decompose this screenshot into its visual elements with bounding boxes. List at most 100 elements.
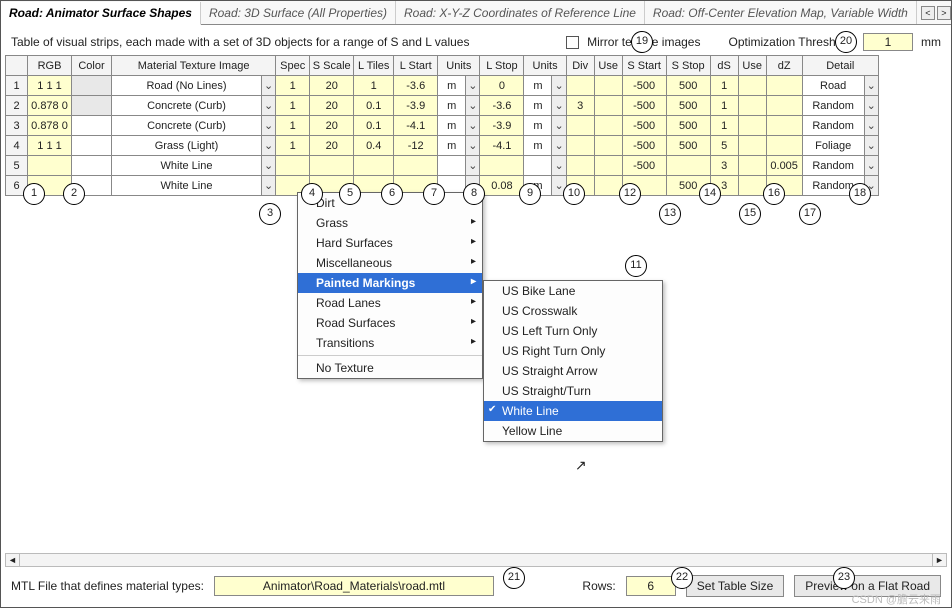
- sscale-cell[interactable]: 20: [310, 76, 354, 96]
- sscale-cell[interactable]: 20: [310, 116, 354, 136]
- units2-cell[interactable]: m: [524, 136, 552, 156]
- rgb-cell[interactable]: 0.878 0: [28, 96, 72, 116]
- rgb-cell[interactable]: 0.878 0: [28, 116, 72, 136]
- dz-cell[interactable]: [766, 116, 802, 136]
- spec-cell[interactable]: 1: [276, 76, 310, 96]
- units1-cell[interactable]: [438, 156, 466, 176]
- sstart-cell[interactable]: -500: [622, 116, 666, 136]
- submenu-us-crosswalk[interactable]: US Crosswalk: [484, 301, 662, 321]
- div-cell[interactable]: 3: [566, 96, 594, 116]
- scroll-right-button[interactable]: ►: [932, 554, 946, 566]
- use2-cell[interactable]: [738, 176, 766, 196]
- tab-animator-surface-shapes[interactable]: Road: Animator Surface Shapes: [1, 2, 201, 25]
- menu-item-painted-markings[interactable]: Painted Markings: [298, 273, 482, 293]
- tab-3d-surface[interactable]: Road: 3D Surface (All Properties): [201, 1, 396, 24]
- material-dropdown-icon[interactable]: ⌄: [262, 96, 276, 116]
- material-dropdown-icon[interactable]: ⌄: [262, 156, 276, 176]
- tab-scroll-right[interactable]: >: [937, 6, 951, 20]
- detail-dropdown-icon[interactable]: ⌄: [864, 96, 878, 116]
- units1-dropdown-icon[interactable]: ⌄: [466, 156, 480, 176]
- mtl-file-path-field[interactable]: Animator\Road_Materials\road.mtl: [214, 576, 494, 596]
- scroll-left-button[interactable]: ◄: [6, 554, 20, 566]
- detail-cell[interactable]: Random: [802, 156, 864, 176]
- menu-item-hard-surfaces[interactable]: Hard Surfaces: [298, 233, 482, 253]
- detail-cell[interactable]: Foliage: [802, 136, 864, 156]
- menu-item-road-surfaces[interactable]: Road Surfaces: [298, 313, 482, 333]
- ds-cell[interactable]: 5: [710, 136, 738, 156]
- ltiles-cell[interactable]: 0.1: [354, 96, 394, 116]
- tab-xyz-coordinates[interactable]: Road: X-Y-Z Coordinates of Reference Lin…: [396, 1, 645, 24]
- spec-cell[interactable]: [276, 156, 310, 176]
- material-dropdown-icon[interactable]: ⌄: [262, 176, 276, 196]
- detail-cell[interactable]: Road: [802, 76, 864, 96]
- use1-cell[interactable]: [594, 136, 622, 156]
- units1-cell[interactable]: m: [438, 96, 466, 116]
- material-dropdown-icon[interactable]: ⌄: [262, 136, 276, 156]
- lstop-cell[interactable]: 0.08: [480, 176, 524, 196]
- units1-cell[interactable]: m: [438, 76, 466, 96]
- set-table-size-button[interactable]: Set Table Size: [686, 575, 785, 597]
- submenu-us-straight-turn[interactable]: US Straight/Turn: [484, 381, 662, 401]
- menu-item-miscellaneous[interactable]: Miscellaneous: [298, 253, 482, 273]
- sstop-cell[interactable]: 500: [666, 76, 710, 96]
- detail-dropdown-icon[interactable]: ⌄: [864, 156, 878, 176]
- use1-cell[interactable]: [594, 156, 622, 176]
- div-cell[interactable]: [566, 116, 594, 136]
- optimization-threshold-field[interactable]: 1: [863, 33, 913, 51]
- lstop-cell[interactable]: -3.9: [480, 116, 524, 136]
- units2-dropdown-icon[interactable]: ⌄: [552, 116, 566, 136]
- use1-cell[interactable]: [594, 176, 622, 196]
- sstop-cell[interactable]: 500: [666, 96, 710, 116]
- detail-dropdown-icon[interactable]: ⌄: [864, 116, 878, 136]
- units2-cell[interactable]: m: [524, 96, 552, 116]
- dz-cell[interactable]: [766, 136, 802, 156]
- color-cell[interactable]: [72, 116, 112, 136]
- lstop-cell[interactable]: -4.1: [480, 136, 524, 156]
- use1-cell[interactable]: [594, 116, 622, 136]
- sstop-cell[interactable]: [666, 156, 710, 176]
- units1-cell[interactable]: m: [438, 136, 466, 156]
- menu-item-road-lanes[interactable]: Road Lanes: [298, 293, 482, 313]
- tab-scroll-left[interactable]: <: [921, 6, 935, 20]
- sstart-cell[interactable]: -500: [622, 136, 666, 156]
- color-cell[interactable]: [72, 76, 112, 96]
- dz-cell[interactable]: [766, 76, 802, 96]
- menu-item-grass[interactable]: Grass: [298, 213, 482, 233]
- detail-dropdown-icon[interactable]: ⌄: [864, 76, 878, 96]
- lstart-cell[interactable]: -3.6: [394, 76, 438, 96]
- submenu-us-straight-arrow[interactable]: US Straight Arrow: [484, 361, 662, 381]
- use1-cell[interactable]: [594, 76, 622, 96]
- lstop-cell[interactable]: 0: [480, 76, 524, 96]
- ds-cell[interactable]: 1: [710, 76, 738, 96]
- sstart-cell[interactable]: -500: [622, 76, 666, 96]
- units2-dropdown-icon[interactable]: ⌄: [552, 96, 566, 116]
- material-cell[interactable]: White Line: [112, 156, 262, 176]
- menu-item-no-texture[interactable]: No Texture: [298, 358, 482, 378]
- div-cell[interactable]: [566, 156, 594, 176]
- units1-dropdown-icon[interactable]: ⌄: [466, 96, 480, 116]
- units1-dropdown-icon[interactable]: ⌄: [466, 136, 480, 156]
- rgb-cell[interactable]: 1 1 1: [28, 76, 72, 96]
- dz-cell[interactable]: 0.005: [766, 156, 802, 176]
- spec-cell[interactable]: 1: [276, 96, 310, 116]
- rgb-cell[interactable]: [28, 156, 72, 176]
- ltiles-cell[interactable]: 1: [354, 76, 394, 96]
- units2-cell[interactable]: m: [524, 76, 552, 96]
- rows-field[interactable]: 6: [626, 576, 676, 596]
- ds-cell[interactable]: 3: [710, 156, 738, 176]
- units2-cell[interactable]: [524, 156, 552, 176]
- units1-dropdown-icon[interactable]: ⌄: [466, 76, 480, 96]
- material-cell[interactable]: Grass (Light): [112, 136, 262, 156]
- units2-dropdown-icon[interactable]: ⌄: [552, 136, 566, 156]
- use1-cell[interactable]: [594, 96, 622, 116]
- ltiles-cell[interactable]: 0.1: [354, 116, 394, 136]
- submenu-us-bike-lane[interactable]: US Bike Lane: [484, 281, 662, 301]
- tab-off-center-elevation[interactable]: Road: Off-Center Elevation Map, Variable…: [645, 1, 917, 24]
- lstart-cell[interactable]: -12: [394, 136, 438, 156]
- ltiles-cell[interactable]: [354, 156, 394, 176]
- lstop-cell[interactable]: -3.6: [480, 96, 524, 116]
- use2-cell[interactable]: [738, 96, 766, 116]
- ltiles-cell[interactable]: 0.4: [354, 136, 394, 156]
- detail-cell[interactable]: Random: [802, 96, 864, 116]
- units1-dropdown-icon[interactable]: ⌄: [466, 116, 480, 136]
